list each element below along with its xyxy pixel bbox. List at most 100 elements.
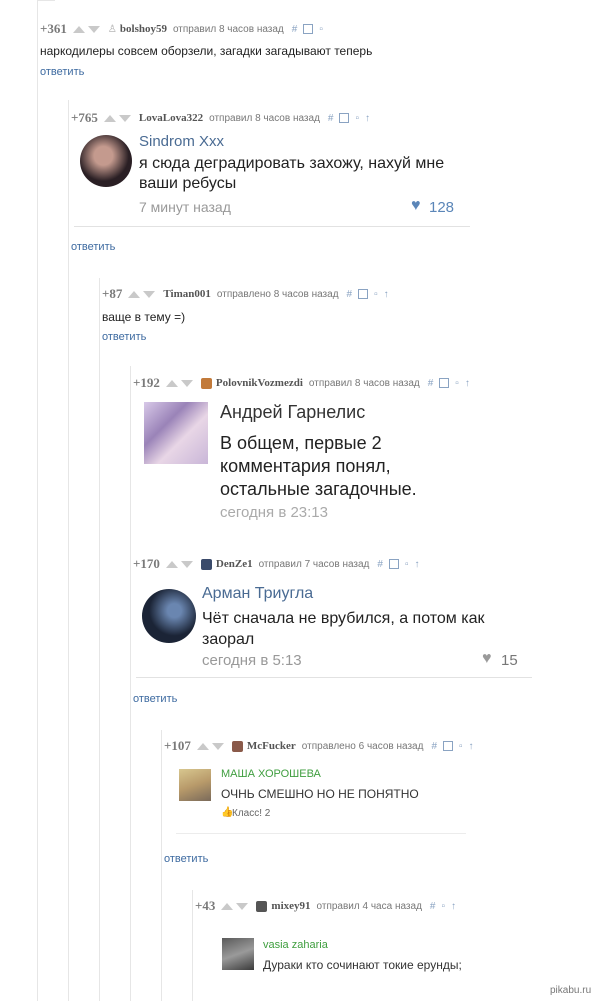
upvote-icon[interactable]	[221, 902, 234, 910]
comment-header: +765 LovaLova322 отправил 8 часов назад …	[71, 110, 376, 126]
comment-time: отправил 8 часов назад	[172, 23, 284, 35]
upvote-icon[interactable]	[103, 114, 116, 122]
like-count: Класс! 2	[232, 808, 271, 819]
save-icon[interactable]: ▫	[355, 113, 359, 124]
like-count: 15	[501, 652, 518, 669]
screenshot-text: В общем, первые 2 комментария понял, ост…	[220, 433, 417, 499]
permalink-icon[interactable]: #	[292, 24, 298, 35]
avatar	[179, 769, 211, 801]
comment-score: +170	[133, 556, 160, 571]
upvote-icon[interactable]	[196, 742, 209, 750]
arrow-up-icon[interactable]: ↑	[465, 378, 470, 389]
save-icon[interactable]: ▫	[319, 24, 323, 35]
downvote-icon[interactable]	[87, 25, 100, 33]
downvote-icon[interactable]	[211, 742, 224, 750]
avatar	[80, 135, 132, 187]
user-icon: ♙	[107, 23, 117, 35]
save-icon[interactable]: ▫	[459, 741, 463, 752]
arrow-up-icon[interactable]: ↑	[451, 901, 456, 912]
permalink-icon[interactable]: #	[430, 901, 436, 912]
screenshot-card: vasia zaharia Дураки кто сочинают токие …	[218, 935, 518, 979]
permalink-icon[interactable]: #	[328, 113, 334, 124]
comment-header: +87 Timan001 отправлено 8 часов назад # …	[102, 286, 395, 302]
permalink-icon[interactable]: #	[377, 559, 383, 570]
watermark: pikabu.ru	[550, 985, 592, 996]
downvote-icon[interactable]	[118, 114, 131, 122]
author-name: Арман Триугла	[202, 585, 314, 602]
user-avatar-icon	[231, 740, 243, 752]
comment-text: ваще в тему =)	[102, 310, 186, 324]
author-name: МАША ХОРОШЕВА	[221, 768, 321, 780]
downvote-icon[interactable]	[143, 290, 156, 298]
user-avatar-icon	[200, 377, 212, 389]
arrow-up-icon[interactable]: ↑	[415, 559, 420, 570]
screenshot-card: Арман Триугла Чёт сначала не врубился, а…	[136, 579, 532, 678]
collapse-icon[interactable]	[439, 378, 450, 388]
comment-author[interactable]: bolshoy59	[120, 23, 167, 35]
comment-score: +361	[40, 21, 67, 36]
comment-time: отправил 7 часов назад	[258, 558, 370, 570]
upvote-icon[interactable]	[128, 290, 141, 298]
downvote-icon[interactable]	[180, 379, 193, 387]
reply-link[interactable]: ответить	[133, 693, 177, 705]
author-name: Sindrom Xxx	[139, 133, 225, 150]
collapse-icon[interactable]	[358, 289, 369, 299]
arrow-up-icon[interactable]: ↑	[365, 113, 370, 124]
screenshot-card: Sindrom Xxx я сюда деградировать захожу,…	[74, 128, 470, 227]
comment-time: отправил 8 часов назад	[308, 377, 420, 389]
comment-header: +170 DenZe1 отправил 7 часов назад # ▫ ↑	[133, 556, 426, 572]
comment-score: +107	[164, 738, 191, 753]
screenshot-text: Дураки кто сочинают токие ерунды;	[263, 958, 462, 972]
arrow-up-icon[interactable]: ↑	[469, 741, 474, 752]
comment-score: +192	[133, 375, 160, 390]
collapse-icon[interactable]	[303, 24, 314, 34]
downvote-icon[interactable]	[180, 560, 193, 568]
comment-score: +87	[102, 286, 123, 301]
avatar	[144, 402, 208, 464]
screenshot-text: Чёт сначала не врубился, а потом как зао…	[202, 610, 485, 648]
comment-score: +765	[71, 110, 98, 125]
save-icon[interactable]: ▫	[455, 378, 459, 389]
screenshot-card: Андрей Гарнелис В общем, первые 2 коммен…	[142, 396, 532, 530]
heart-icon: ♥	[411, 197, 421, 214]
save-icon[interactable]: ▫	[405, 559, 409, 570]
save-icon[interactable]: ▫	[441, 901, 445, 912]
upvote-icon[interactable]	[72, 25, 85, 33]
reply-link[interactable]: ответить	[164, 853, 208, 865]
comment-author[interactable]: LovaLova322	[139, 112, 203, 124]
save-icon[interactable]: ▫	[374, 289, 378, 300]
comment-author[interactable]: DenZe1	[216, 558, 253, 570]
user-avatar-icon	[200, 558, 212, 570]
screenshot-time: сегодня в 23:13	[220, 504, 328, 521]
screenshot-time: сегодня в 5:13	[202, 652, 302, 669]
divider	[176, 833, 466, 834]
comment-time: отправил 8 часов назад	[209, 112, 320, 124]
avatar	[142, 589, 196, 643]
upvote-icon[interactable]	[165, 379, 178, 387]
downvote-icon[interactable]	[236, 902, 249, 910]
reply-link[interactable]: ответить	[71, 241, 115, 253]
heart-icon: ♥	[482, 650, 492, 667]
collapse-icon[interactable]	[388, 559, 399, 569]
permalink-icon[interactable]: #	[431, 741, 437, 752]
collapse-icon[interactable]	[339, 113, 350, 123]
reply-link[interactable]: ответить	[40, 66, 84, 78]
collapse-icon[interactable]	[443, 741, 453, 751]
screenshot-text: ОЧНЬ СМЕШНО НО НЕ ПОНЯТНО	[221, 787, 419, 801]
comment-text: наркодилеры совсем оборзели, загадки заг…	[40, 44, 373, 58]
permalink-icon[interactable]: #	[428, 378, 434, 389]
screenshot-text: я сюда деградировать захожу, нахуй мне в…	[139, 155, 445, 192]
arrow-up-icon[interactable]: ↑	[384, 289, 389, 300]
screenshot-time: 7 минут назад	[139, 199, 231, 215]
screenshot-card: МАША ХОРОШЕВА ОЧНЬ СМЕШНО НО НЕ ПОНЯТНО …	[176, 763, 476, 835]
comment-time: отправил 4 часа назад	[316, 900, 422, 912]
comment-score: +43	[195, 898, 216, 913]
comment-author[interactable]: McFucker	[247, 740, 296, 752]
comment-author[interactable]: mixey91	[271, 900, 310, 912]
permalink-icon[interactable]: #	[347, 289, 353, 300]
comment-author[interactable]: PolovnikVozmezdi	[216, 377, 303, 389]
like-count: 128	[429, 199, 455, 216]
comment-author[interactable]: Timan001	[163, 288, 210, 300]
upvote-icon[interactable]	[165, 560, 178, 568]
reply-link[interactable]: ответить	[102, 331, 146, 343]
